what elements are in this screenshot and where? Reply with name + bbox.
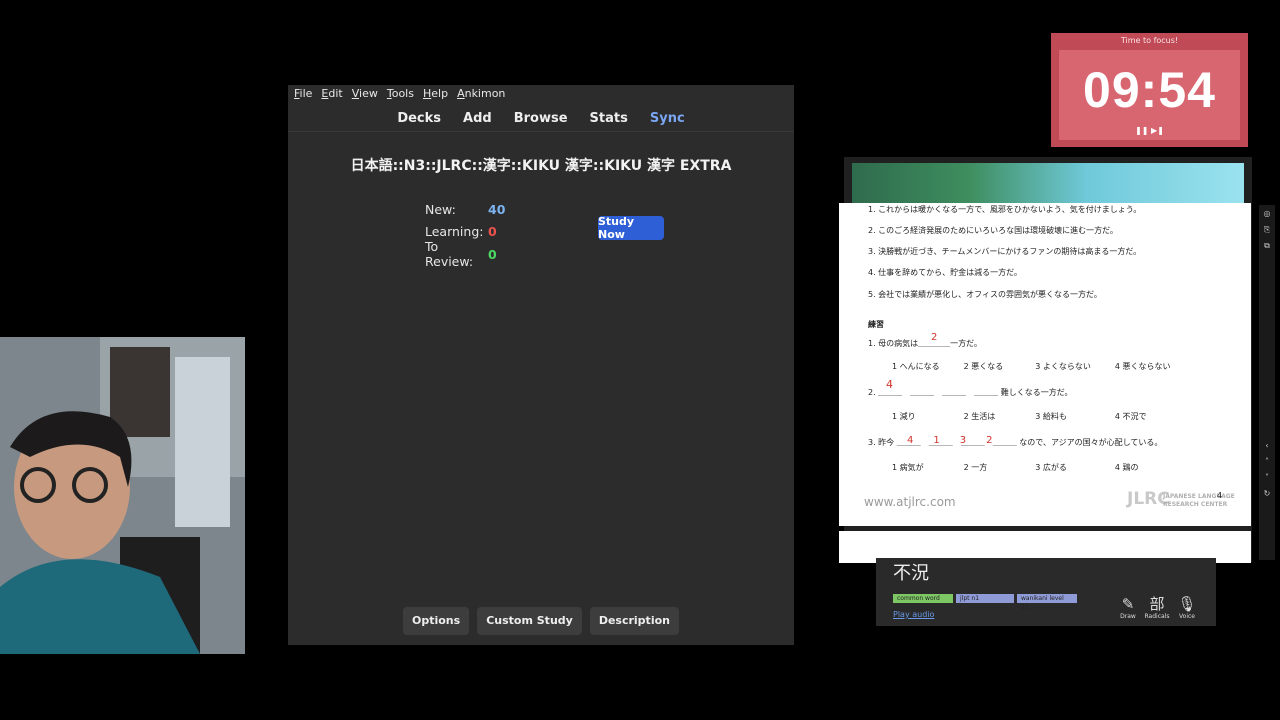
question-2: 2. ＿＿＿ ＿＿＿ ＿＿＿ ＿＿＿ 難しくなる一方だ。 <box>868 388 1073 397</box>
toolbar-add[interactable]: Add <box>463 111 492 126</box>
review-count: 0 <box>488 246 497 262</box>
practice-heading: 練習 <box>868 320 884 329</box>
radicals-icon: 部 <box>1149 595 1165 613</box>
menu-bar: File Edit View Tools Help Ankimon <box>288 85 794 105</box>
question-1: 1. 母の病気は＿＿＿＿一方だ。 <box>868 339 982 348</box>
timer-time: 09:54 <box>1083 62 1216 118</box>
webcam-feed <box>0 337 245 654</box>
scroll-up-icon[interactable]: ˄ <box>1262 457 1272 467</box>
example-sentence-3: 3. 決勝戦が近づき、チームメンバーにかけるファンの期待は高まる一方だ。 <box>868 247 1142 256</box>
draw-tool-button[interactable]: ✎ Draw <box>1115 595 1141 621</box>
menu-help[interactable]: Help <box>423 87 448 105</box>
draw-icon: ✎ <box>1121 595 1135 613</box>
deck-counts: New: 40 Learning: 0 To Review: 0 <box>425 198 505 270</box>
example-sentence-4: 4. 仕事を辞めてから、貯金は減る一方だ。 <box>868 268 1022 277</box>
deck-title: 日本語::N3::JLRC::漢字::KIKU 漢字::KIKU 漢字 EXTR… <box>350 158 732 174</box>
viewer-side-toolbar: ◎ ⎘ ⧉ ‹ ˄ ˅ ↻ <box>1259 205 1275 560</box>
collapse-icon[interactable]: ‹ <box>1262 441 1272 451</box>
menu-tools[interactable]: Tools <box>387 87 414 105</box>
review-count-row: To Review: 0 <box>425 239 505 269</box>
timer-face: 09:54 ❚❚ ▶❚ <box>1059 50 1240 140</box>
dictionary-word: 不況 <box>893 563 929 584</box>
refresh-icon[interactable]: ↻ <box>1262 489 1272 499</box>
microphone-icon: 🎙 <box>1177 595 1197 613</box>
options-button[interactable]: Options <box>403 607 470 635</box>
anki-window: File Edit View Tools Help Ankimon Decks … <box>288 85 794 645</box>
webcam-image <box>0 337 245 654</box>
radicals-tool-button[interactable]: 部 Radicals <box>1144 595 1170 621</box>
page-number: 4 <box>1217 491 1223 500</box>
toolbar-stats[interactable]: Stats <box>590 111 628 126</box>
description-button[interactable]: Description <box>589 607 679 635</box>
document-url: www.atjlrc.com <box>864 495 956 509</box>
example-sentence-5: 5. 会社では業績が悪化し、オフィスの雰囲気が悪くなる一方だ。 <box>868 290 1102 299</box>
new-label: New: <box>425 201 456 217</box>
question-3-answers: 4 1 3 2 <box>907 435 993 446</box>
review-label: To Review: <box>425 239 474 270</box>
study-now-button[interactable]: Study Now <box>598 215 664 241</box>
dictionary-popup: 不況 common word jlpt n1 wanikani level 25… <box>876 558 1216 626</box>
new-count: 40 <box>488 201 506 217</box>
timer-label: Time to focus! <box>1120 36 1179 45</box>
copy-icon[interactable]: ⧉ <box>1262 241 1272 251</box>
main-toolbar: Decks Add Browse Stats Sync <box>288 105 794 132</box>
example-sentence-1: 1. これからは暖かくなる一方で、風邪をひかないよう、気を付けましょう。 <box>868 205 1142 214</box>
document-page: 1. これからは暖かくなる一方で、風邪をひかないよう、気を付けましょう。 2. … <box>839 203 1251 526</box>
document-banner-image <box>852 163 1244 205</box>
play-audio-link[interactable]: Play audio <box>893 610 934 619</box>
example-sentence-2: 2. このごろ経済発展のためにいろいろな国は環境破壊に進む一方だ。 <box>868 226 1118 235</box>
deck-options-bar: Options Custom Study Description <box>288 607 794 635</box>
draw-label: Draw <box>1120 613 1136 620</box>
toolbar-browse[interactable]: Browse <box>514 111 568 126</box>
toolbar-decks[interactable]: Decks <box>397 111 441 126</box>
scroll-down-icon[interactable]: ˅ <box>1262 473 1272 483</box>
menu-view[interactable]: View <box>352 87 378 105</box>
export-icon[interactable]: ⎘ <box>1262 225 1272 235</box>
new-count-row: New: 40 <box>425 198 505 221</box>
question-2-options: 1 減り 2 生活は 3 給料も 4 不況で <box>892 412 1147 421</box>
menu-ankimon[interactable]: Ankimon <box>457 87 505 105</box>
jlrc-logo-subtitle: JAPANESE LANGUAGE RESEARCH CENTER <box>1163 493 1235 508</box>
question-3-options: 1 病気が 2 一方 3 広がる 4 鶏の <box>892 463 1139 472</box>
focus-timer: Time to focus! 09:54 ❚❚ ▶❚ <box>1051 33 1248 147</box>
tag-wanikani: wanikani level 25 <box>1017 594 1077 611</box>
learning-label: Learning: <box>425 224 484 240</box>
question-2-answer: 4 <box>886 378 893 391</box>
timer-controls[interactable]: ❚❚ ▶❚ <box>1059 126 1240 135</box>
tag-jlpt: jlpt n1 <box>956 594 1014 603</box>
voice-label: Voice <box>1179 613 1195 620</box>
question-1-answer: 2 <box>931 332 938 343</box>
voice-tool-button[interactable]: 🎙 Voice <box>1174 595 1200 621</box>
menu-edit[interactable]: Edit <box>321 87 342 105</box>
question-1-options: 1 へんになる 2 悪くなる 3 よくならない 4 悪くならない <box>892 362 1171 371</box>
custom-study-button[interactable]: Custom Study <box>477 607 582 635</box>
toolbar-sync[interactable]: Sync <box>650 111 685 126</box>
radicals-label: Radicals <box>1144 613 1170 620</box>
tag-common-word: common word <box>893 594 953 603</box>
menu-file[interactable]: File <box>294 87 312 105</box>
settings-icon[interactable]: ◎ <box>1262 209 1272 219</box>
learning-count: 0 <box>488 224 497 240</box>
